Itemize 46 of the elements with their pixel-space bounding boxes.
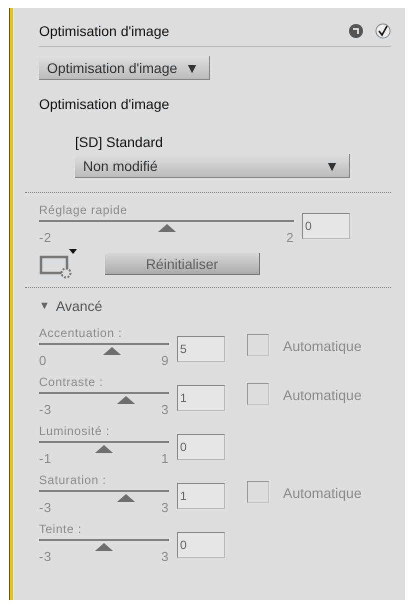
advanced-toggle[interactable]: ▼ Avancé bbox=[39, 298, 102, 314]
slider-label: Saturation : bbox=[39, 473, 108, 487]
auto-label: Automatique bbox=[283, 485, 362, 501]
slider-min: -1 bbox=[39, 451, 52, 466]
slider-max: 3 bbox=[161, 549, 169, 564]
undo-icon[interactable] bbox=[349, 24, 363, 38]
slider-label: Accentuation : bbox=[39, 326, 124, 340]
slider-max: 9 bbox=[161, 353, 169, 368]
slider-thumb[interactable] bbox=[95, 543, 113, 551]
slider-min: 0 bbox=[39, 353, 47, 368]
value-field[interactable]: 0 bbox=[177, 532, 225, 558]
preset-dropdown[interactable]: Optimisation d'image ▼ bbox=[39, 56, 210, 80]
value-field[interactable]: 0 bbox=[177, 434, 225, 460]
slider-min: -3 bbox=[39, 500, 52, 515]
slider-max: 1 bbox=[161, 451, 169, 466]
reset-button[interactable]: Réinitialiser bbox=[105, 253, 260, 275]
auto-label: Automatique bbox=[283, 338, 362, 354]
slider-thumb[interactable] bbox=[117, 494, 136, 502]
slider-label: Réglage rapide bbox=[39, 203, 128, 217]
section-label: Optimisation d'image bbox=[39, 96, 170, 112]
slider-thumb[interactable] bbox=[102, 347, 121, 355]
gear-frame-icon[interactable] bbox=[39, 249, 77, 279]
value-field[interactable]: 0 bbox=[302, 213, 350, 239]
slider-thumb[interactable] bbox=[117, 396, 136, 404]
value-field[interactable]: 1 bbox=[177, 385, 225, 411]
slider-max: 3 bbox=[161, 402, 169, 417]
slider-min: -2 bbox=[39, 230, 52, 245]
slider-max: 3 bbox=[161, 500, 169, 515]
slider-label: Contraste : bbox=[39, 375, 104, 389]
style-label: [SD] Standard bbox=[75, 134, 164, 150]
slider-label: Luminosité : bbox=[39, 424, 111, 438]
slider-thumb[interactable] bbox=[158, 224, 176, 232]
style-dropdown[interactable]: Non modifié ▼ bbox=[75, 154, 350, 178]
slider-min: -3 bbox=[39, 402, 52, 417]
auto-checkbox[interactable] bbox=[247, 481, 269, 503]
panel-title: Optimisation d'image bbox=[39, 23, 170, 39]
check-icon[interactable] bbox=[375, 23, 391, 39]
auto-checkbox[interactable] bbox=[247, 334, 269, 356]
auto-checkbox[interactable] bbox=[247, 383, 269, 405]
slider-label: Teinte : bbox=[39, 522, 83, 536]
slider-min: -3 bbox=[39, 549, 52, 564]
value-field[interactable]: 1 bbox=[177, 483, 225, 509]
value-field[interactable]: 5 bbox=[177, 336, 225, 362]
slider-thumb[interactable] bbox=[95, 445, 113, 453]
slider-max: 2 bbox=[286, 230, 294, 245]
auto-label: Automatique bbox=[283, 387, 362, 403]
